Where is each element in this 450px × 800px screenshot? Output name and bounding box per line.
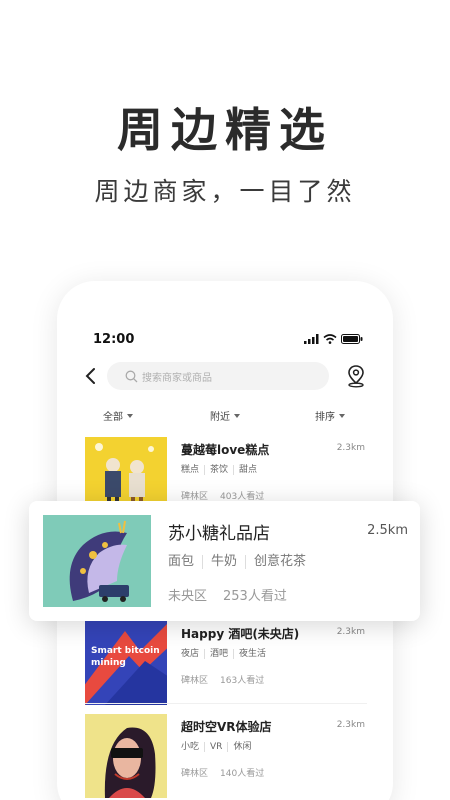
search-icon	[125, 370, 138, 382]
divider	[85, 703, 367, 704]
item-tag: 茶饮	[204, 465, 233, 475]
hero-subtitle: 周边商家，一目了然	[94, 177, 356, 206]
back-button[interactable]	[81, 364, 101, 388]
item-distance: 2.3km	[336, 443, 365, 453]
battery-icon	[341, 334, 363, 344]
item-tag: 糕点	[181, 465, 200, 475]
shop-thumbnail	[85, 714, 167, 798]
item-tags: 夜店 酒吧 夜生活	[181, 649, 271, 659]
list-item[interactable]: 超时空VR体验店 2.3km 小吃 VR 休闲 碑林区 140人看过	[85, 714, 367, 798]
svg-text:Smart bitcoin: Smart bitcoin	[91, 646, 160, 656]
gift-shop-illustration	[43, 515, 151, 607]
item-meta: 碑林区 140人看过	[181, 766, 264, 779]
filter-sort[interactable]: 排序	[315, 408, 345, 423]
status-time: 12:00	[93, 332, 135, 347]
item-tag: 小吃	[181, 742, 200, 752]
item-tag: VR	[204, 742, 227, 752]
featured-name: 苏小糖礼品店	[168, 524, 270, 544]
status-bar: 12:00	[57, 332, 393, 352]
caret-down-icon	[339, 413, 345, 418]
vr-illustration	[85, 714, 167, 798]
featured-tags: 面包 牛奶 创意花茶	[168, 555, 314, 569]
item-tag: 酒吧	[204, 649, 233, 659]
filter-all[interactable]: 全部	[103, 408, 133, 423]
shop-thumbnail: Smart bitcoin mining	[85, 621, 167, 705]
featured-tag: 牛奶	[202, 555, 245, 569]
item-distance: 2.3km	[336, 627, 365, 637]
item-tag: 甜点	[233, 465, 262, 475]
location-button[interactable]	[345, 364, 367, 388]
featured-shop-card[interactable]: 苏小糖礼品店 2.5km 面包 牛奶 创意花茶 未央区 253人看过	[29, 501, 420, 621]
item-name: 蔓越莓love糕点	[181, 443, 270, 457]
featured-tag: 创意花茶	[245, 555, 314, 569]
search-placeholder: 搜索商家或商品	[142, 372, 212, 384]
item-views: 140人看过	[220, 769, 265, 779]
search-input[interactable]: 搜索商家或商品	[107, 362, 329, 390]
shop-thumbnail	[43, 515, 151, 607]
featured-tag: 面包	[168, 554, 195, 569]
wifi-icon	[323, 334, 337, 344]
list-item[interactable]: Smart bitcoin mining Happy 酒吧(未央店) 2.3km…	[85, 621, 367, 705]
filter-all-label: 全部	[103, 412, 123, 423]
caret-down-icon	[127, 413, 133, 418]
item-district: 碑林区	[181, 769, 209, 779]
item-tags: 小吃 VR 休闲	[181, 742, 256, 752]
item-meta: 碑林区 163人看过	[181, 673, 264, 686]
item-tag: 休闲	[227, 742, 256, 752]
item-tags: 糕点 茶饮 甜点	[181, 465, 262, 475]
item-tag: 夜生活	[233, 649, 271, 659]
item-distance: 2.3km	[336, 720, 365, 730]
signal-icon	[304, 334, 319, 344]
hero-title: 周边精选	[117, 103, 333, 157]
status-icons	[304, 334, 363, 344]
featured-views: 253人看过	[223, 589, 287, 604]
item-name: Happy 酒吧(未央店)	[181, 627, 300, 641]
filter-nearby[interactable]: 附近	[210, 408, 240, 423]
caret-down-icon	[234, 413, 240, 418]
filter-sort-label: 排序	[315, 412, 335, 423]
featured-district: 未央区	[168, 589, 208, 604]
item-views: 163人看过	[220, 676, 265, 686]
location-pin-icon	[348, 365, 364, 388]
featured-distance: 2.5km	[367, 523, 408, 538]
bar-illustration: Smart bitcoin mining	[85, 621, 167, 705]
item-tag: 夜店	[181, 649, 200, 659]
filter-bar: 全部 附近 排序	[57, 408, 393, 424]
featured-meta: 未央区 253人看过	[168, 585, 287, 604]
search-bar-row: 搜索商家或商品	[57, 362, 393, 390]
item-name: 超时空VR体验店	[181, 720, 272, 734]
item-district: 碑林区	[181, 676, 209, 686]
chevron-left-icon	[85, 368, 95, 384]
filter-nearby-label: 附近	[210, 412, 230, 423]
svg-text:mining: mining	[91, 658, 126, 668]
